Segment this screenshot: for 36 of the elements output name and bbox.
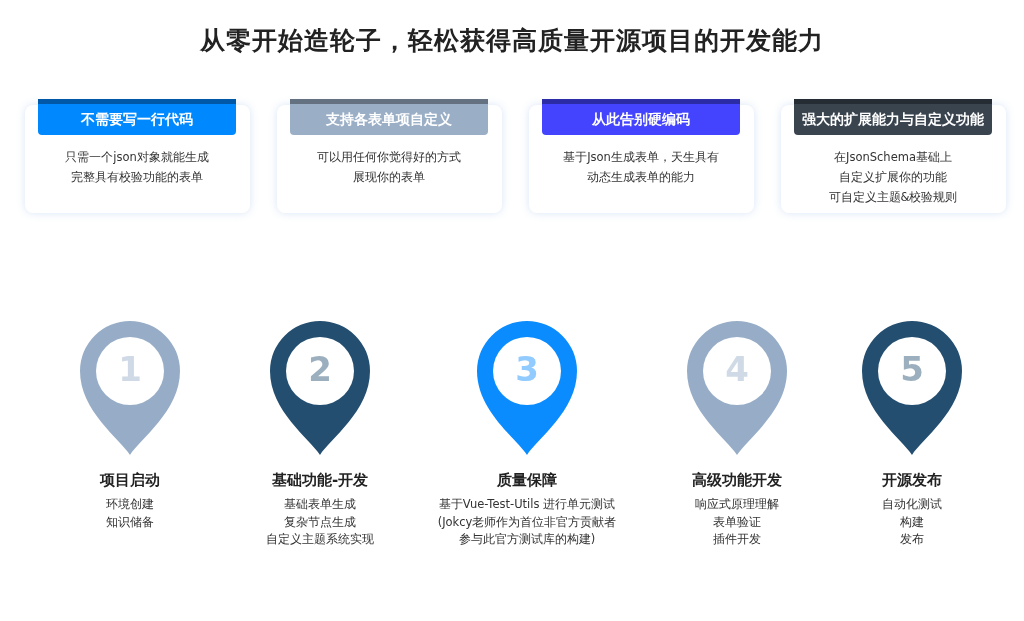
feature-description: 只需一个json对象就能生成 [65,149,209,166]
step-title: 开源发布 [882,471,942,490]
feature-heading: 强大的扩展能力与自定义功能 [794,99,992,135]
step-description: 环境创建 [106,496,154,513]
step-title: 基础功能-开发 [271,471,369,490]
step-description: 参与此官方测试库的构建) [457,531,597,548]
step-description: 基于Vue-Test-Utils 进行单元测试 [437,496,617,513]
feature-description: 动态生成表单的能力 [586,169,696,186]
step-description: 发布 [899,531,925,548]
feature-description: 展现你的表单 [352,169,426,186]
step-title: 高级功能开发 [692,471,782,490]
step-number: 3 [514,349,540,389]
feature-description: 完整具有校验功能的表单 [70,169,204,186]
step-number: 2 [307,349,333,389]
step-description: 自动化测试 [882,496,942,513]
step-number: 5 [899,349,925,389]
step-description: 响应式原理理解 [695,496,779,513]
step-description: (Jokcy老师作为首位非官方贡献者 [437,513,617,531]
feature-description: 在JsonSchema基础上 [833,149,953,166]
feature-description: 可以用任何你觉得好的方式 [317,149,461,166]
step-title: 项目启动 [100,471,160,490]
feature-description: 自定义扩展你的功能 [838,169,948,186]
step-description: 基础表单生成 [283,496,357,513]
step-description: 插件开发 [712,531,762,548]
feature-heading: 支持各表单项自定义 [290,99,488,135]
step-description: 构建 [899,513,925,531]
feature-heading: 不需要写一行代码 [38,99,236,135]
step-description: 表单验证 [712,513,762,531]
feature-description: 可自定义主题&校验规则 [828,189,958,206]
step-description: 知识储备 [106,513,154,531]
page-title: 从零开始造轮子，轻松获得高质量开源项目的开发能力 [200,25,824,57]
feature-description: 基于Json生成表单，天生具有 [563,149,719,166]
step-description: 自定义主题系统实现 [266,531,374,548]
step-title: 质量保障 [497,471,557,490]
step-description: 复杂节点生成 [283,513,357,531]
feature-heading: 从此告别硬编码 [542,99,740,135]
